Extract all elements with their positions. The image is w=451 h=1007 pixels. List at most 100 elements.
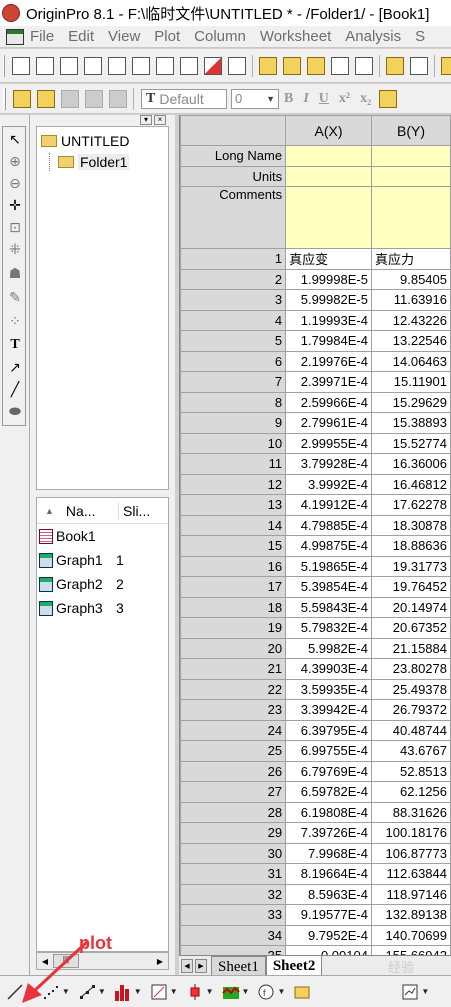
cell-b[interactable]: 52.8513: [370, 760, 451, 782]
arrow-tool-icon[interactable]: ↗: [4, 357, 26, 377]
row-header[interactable]: 1: [180, 248, 287, 270]
long-name-cell-b[interactable]: [370, 145, 451, 167]
data-selector-icon[interactable]: ⊡: [4, 217, 26, 237]
row-header[interactable]: 4: [180, 309, 287, 331]
bold-button[interactable]: B: [284, 91, 293, 107]
column-header-a[interactable]: A(X): [285, 115, 372, 146]
print-icon[interactable]: [61, 89, 79, 108]
row-header[interactable]: 27: [180, 781, 287, 803]
scatter-points-icon[interactable]: ⁘: [4, 311, 26, 331]
cell-a[interactable]: 2.59966E-4: [285, 391, 372, 413]
chevron-down-icon[interactable]: ▼: [170, 987, 178, 996]
cell-a[interactable]: 7.39726E-4: [285, 822, 372, 844]
cell-a[interactable]: 5.79832E-4: [285, 617, 372, 639]
comments-cell-b[interactable]: [370, 186, 451, 249]
row-header[interactable]: 26: [180, 760, 287, 782]
cell-b[interactable]: 88.31626: [370, 801, 451, 823]
greek-icon[interactable]: [379, 89, 398, 108]
new-excel-icon[interactable]: [156, 56, 174, 75]
cell-a[interactable]: 3.79928E-4: [285, 453, 372, 475]
row-header[interactable]: 29: [180, 822, 287, 844]
cell-a[interactable]: 8.19664E-4: [285, 863, 372, 885]
ellipse-tool-icon[interactable]: ⬬: [4, 401, 26, 421]
corner-cell[interactable]: [180, 115, 287, 146]
open-excel-icon[interactable]: [307, 56, 325, 75]
menu-view[interactable]: View: [108, 28, 140, 45]
menu-edit[interactable]: Edit: [68, 28, 94, 45]
cell-b[interactable]: 25.49378: [370, 678, 451, 700]
chevron-down-icon[interactable]: ▼: [421, 987, 429, 996]
cell-a[interactable]: 3.9992E-4: [285, 473, 372, 495]
cell-a[interactable]: 6.79769E-4: [285, 760, 372, 782]
cell-b[interactable]: 15.52774: [370, 432, 451, 454]
cell-b[interactable]: 13.22546: [370, 330, 451, 352]
cell-a[interactable]: 1.19993E-4: [285, 309, 372, 331]
cell-a[interactable]: 6.99755E-4: [285, 740, 372, 762]
cell-a[interactable]: 6.59782E-4: [285, 781, 372, 803]
region-mask-icon[interactable]: ☗: [4, 263, 26, 283]
cell-b[interactable]: 155.66942: [370, 945, 451, 955]
row-header[interactable]: 24: [180, 719, 287, 741]
list-item-graph1[interactable]: Graph1 1: [39, 552, 124, 568]
close-icon[interactable]: ×: [154, 115, 166, 125]
row-header[interactable]: 34: [180, 924, 287, 946]
row-header[interactable]: 13: [180, 494, 287, 516]
cell-b[interactable]: 16.46812: [370, 473, 451, 495]
import-wizard-icon[interactable]: [441, 56, 451, 75]
toolbar-grip[interactable]: [3, 54, 5, 77]
cell-a[interactable]: 7.9968E-4: [285, 842, 372, 864]
column-plot-icon[interactable]: [114, 983, 132, 1001]
cell-b[interactable]: 112.63844: [370, 863, 451, 885]
row-header[interactable]: 10: [180, 432, 287, 454]
cell-a[interactable]: 6.39795E-4: [285, 719, 372, 741]
chevron-down-icon[interactable]: ▼: [206, 987, 214, 996]
cell-b[interactable]: 19.31773: [370, 555, 451, 577]
cell-b[interactable]: 43.6767: [370, 740, 451, 762]
new-layout-icon[interactable]: [132, 56, 150, 75]
row-header[interactable]: 30: [180, 842, 287, 864]
font-size-combo[interactable]: 0 ▼: [231, 88, 279, 109]
cell-a[interactable]: 6.19808E-4: [285, 801, 372, 823]
row-header[interactable]: 11: [180, 453, 287, 475]
menu-file[interactable]: File: [30, 28, 54, 45]
row-header[interactable]: 25: [180, 740, 287, 762]
new-matrix-icon[interactable]: [84, 56, 102, 75]
open-template-icon[interactable]: [283, 56, 301, 75]
cell-a[interactable]: 0.00104: [285, 945, 372, 955]
box-chart-icon[interactable]: [186, 983, 204, 1001]
cell-b[interactable]: 16.36006: [370, 453, 451, 475]
chevron-down-icon[interactable]: ▼: [134, 987, 142, 996]
zoom-out-icon[interactable]: ⊖: [4, 173, 26, 193]
row-header[interactable]: 23: [180, 699, 287, 721]
row-header[interactable]: 20: [180, 637, 287, 659]
cell-a[interactable]: 8.5963E-4: [285, 883, 372, 905]
row-header[interactable]: 18: [180, 596, 287, 618]
new-notes-icon[interactable]: [180, 56, 198, 75]
cell-b[interactable]: 62.1256: [370, 781, 451, 803]
cell-a[interactable]: 5.19865E-4: [285, 555, 372, 577]
units-cell-b[interactable]: [370, 165, 451, 187]
cell-b[interactable]: 40.48744: [370, 719, 451, 741]
cell-b[interactable]: 15.11901: [370, 371, 451, 393]
subscript-button[interactable]: x₂: [360, 91, 371, 107]
screen-reader-icon[interactable]: ✛: [4, 195, 26, 215]
statistics-plot-icon[interactable]: [150, 983, 168, 1001]
new-workbook-icon[interactable]: [36, 56, 54, 75]
tab-sheet1[interactable]: Sheet1: [211, 955, 266, 976]
cell-a[interactable]: 4.79885E-4: [285, 514, 372, 536]
open-folder-icon[interactable]: [13, 89, 31, 108]
chevron-down-icon[interactable]: ▼: [277, 987, 285, 996]
open-sample-icon[interactable]: [37, 89, 55, 108]
tree-root[interactable]: UNTITLED: [41, 133, 129, 149]
units-cell-a[interactable]: [285, 165, 372, 187]
column-header-b[interactable]: B(Y): [370, 115, 451, 146]
new-project-icon[interactable]: [12, 56, 30, 75]
menu-more[interactable]: S: [415, 28, 425, 45]
open-icon[interactable]: [259, 56, 277, 75]
menu-plot[interactable]: Plot: [154, 28, 180, 45]
italic-button[interactable]: I: [303, 91, 308, 107]
new-code-icon[interactable]: [228, 56, 246, 75]
cell-a[interactable]: 3.59935E-4: [285, 678, 372, 700]
row-header[interactable]: 2: [180, 268, 287, 290]
contour-plot-icon[interactable]: [221, 983, 240, 1001]
